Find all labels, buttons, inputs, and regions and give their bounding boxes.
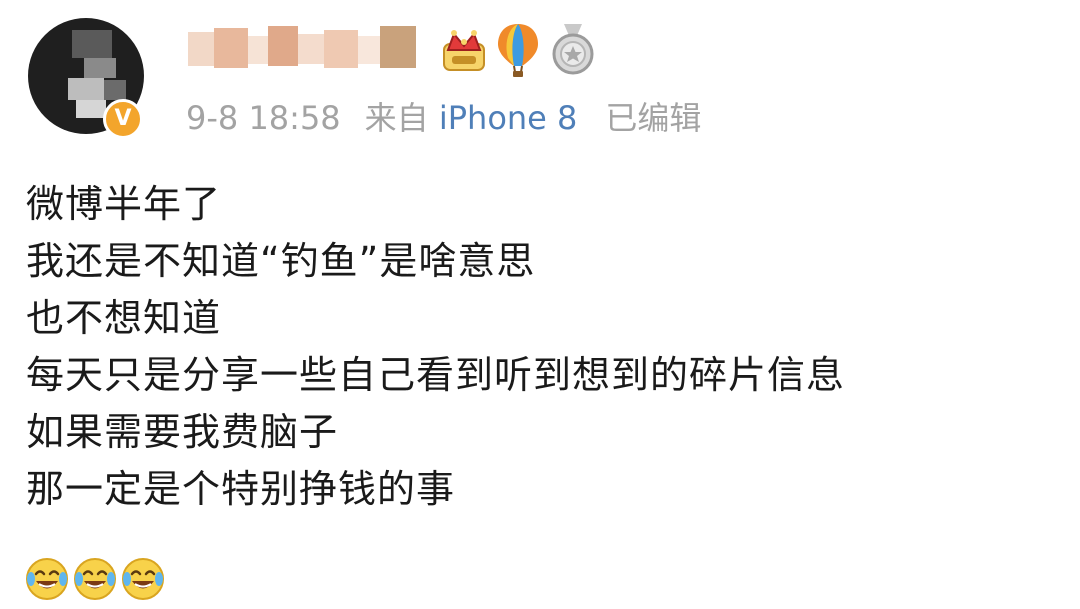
hot-air-balloon-icon[interactable] [496,22,540,82]
avatar-mosaic [68,78,104,100]
laugh-cry-emoji-icon [120,556,166,606]
avatar-mosaic [84,58,116,78]
post-line: 也不想知道 [26,296,222,340]
post-line: 微博半年了 [26,182,222,226]
laugh-cry-emoji-icon [24,556,70,606]
avatar-mosaic [104,80,126,100]
device-link[interactable]: iPhone 8 [439,99,578,137]
silver-medal-icon[interactable] [550,22,596,80]
post-line: 如果需要我费脑子 [26,410,339,454]
post-line: 我还是不知道“钓鱼”是啥意思 [26,239,536,283]
laugh-cry-emoji-icon [72,556,118,606]
username[interactable] [188,22,424,76]
source-prefix: 来自 [364,99,429,137]
post-line: 每天只是分享一些自己看到听到想到的碎片信息 [26,353,846,397]
post-time[interactable]: 9-8 18:58 [186,99,341,137]
edited-label[interactable]: 已编辑 [605,99,701,137]
avatar-mosaic [76,100,106,118]
crown-badge-icon[interactable] [440,22,488,78]
avatar-mosaic [72,30,112,58]
post-meta: 9-8 18:58 来自 iPhone 8 已编辑 [186,96,701,140]
post-line: 那一定是个特别挣钱的事 [26,467,456,511]
post-body: 微博半年了 我还是不知道“钓鱼”是啥意思 也不想知道 每天只是分享一些自己看到听… [26,176,845,518]
verified-badge-label: V [114,106,132,131]
verified-badge-icon: V [103,99,143,139]
